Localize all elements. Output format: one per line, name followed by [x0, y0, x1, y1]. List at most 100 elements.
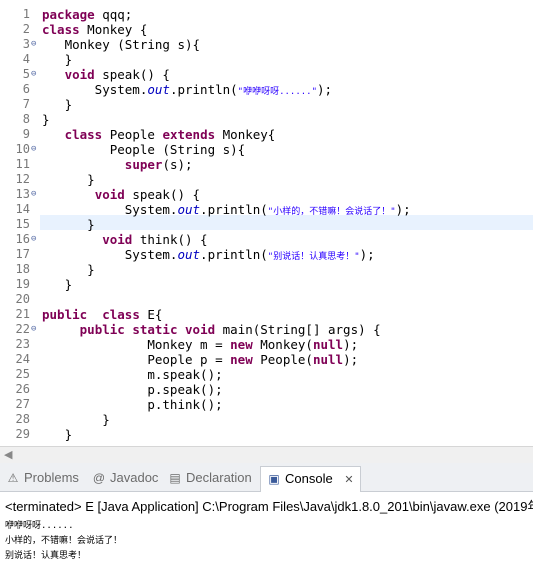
- line-number-text: 2: [22, 22, 30, 36]
- fold-toggle-icon[interactable]: ⊖: [31, 145, 39, 154]
- code-line[interactable]: }: [42, 412, 110, 427]
- tab-problems[interactable]: ⚠ Problems: [6, 467, 79, 489]
- code-line[interactable]: class Monkey {: [42, 22, 147, 37]
- line-number-text: 10: [15, 142, 30, 156]
- line-number-text: 17: [15, 247, 30, 261]
- line-number: 17: [0, 247, 40, 262]
- code-line[interactable]: People (String s){: [42, 142, 245, 157]
- line-number-text: 5: [22, 67, 30, 81]
- code-line[interactable]: void think() {: [42, 232, 207, 247]
- close-icon[interactable]: ✕: [344, 474, 353, 486]
- console-status-line: <terminated> E [Java Application] C:\Pro…: [5, 499, 533, 514]
- line-number: 14: [0, 202, 40, 217]
- line-number-text: 16: [15, 232, 30, 246]
- line-number-text: 8: [22, 112, 30, 126]
- line-number-text: 21: [15, 307, 30, 321]
- code-line[interactable]: }: [42, 217, 95, 232]
- console-output-line: 小样的，不错嘛！会说话了！: [5, 536, 123, 546]
- line-number-text: 24: [15, 352, 30, 366]
- console-icon: ▣: [268, 472, 280, 486]
- code-line[interactable]: class People extends Monkey{: [42, 127, 276, 142]
- line-number: 22 ⊖: [0, 322, 40, 337]
- code-line[interactable]: package qqq;: [42, 7, 132, 22]
- line-number: 4: [0, 52, 40, 67]
- line-number: 2: [0, 22, 40, 37]
- line-number: 29: [0, 427, 40, 442]
- line-number-text: 12: [15, 172, 30, 186]
- code-line[interactable]: p.speak();: [42, 382, 222, 397]
- line-number-text: 19: [15, 277, 30, 291]
- line-number: 8: [0, 112, 40, 127]
- line-number: 26: [0, 382, 40, 397]
- code-line[interactable]: super(s);: [42, 157, 193, 172]
- code-line[interactable]: public static void main(String[] args) {: [42, 322, 381, 337]
- code-line[interactable]: System.out.println("咿咿呀呀......");: [42, 82, 332, 97]
- code-line[interactable]: void speak() {: [42, 67, 170, 82]
- code-line[interactable]: }: [42, 112, 50, 127]
- line-number-text: 18: [15, 262, 30, 276]
- line-number: 12: [0, 172, 40, 187]
- fold-toggle-icon[interactable]: ⊖: [31, 40, 39, 49]
- code-line[interactable]: m.speak();: [42, 367, 222, 382]
- line-number-text: 9: [22, 127, 30, 141]
- fold-toggle-icon[interactable]: ⊖: [31, 325, 39, 334]
- line-number-gutter: 1 2 3 ⊖ 4 5 ⊖ 6 7 8 9 10 ⊖ 11 12 13 ⊖ 14 15 16 ⊖ 17 18 19 20 21 22…: [0, 0, 40, 446]
- line-number-text: 28: [15, 412, 30, 426]
- line-number-text: 6: [22, 82, 30, 96]
- line-number-text: 23: [15, 337, 30, 351]
- horizontal-scrollbar[interactable]: ◀: [0, 446, 533, 463]
- line-number: 27: [0, 397, 40, 412]
- line-number-text: 15: [15, 217, 30, 231]
- line-number-text: 4: [22, 52, 30, 66]
- line-number-text: 27: [15, 397, 30, 411]
- line-number-text: 3: [22, 37, 30, 51]
- fold-toggle-icon[interactable]: ⊖: [31, 190, 39, 199]
- code-editor[interactable]: 1 2 3 ⊖ 4 5 ⊖ 6 7 8 9 10 ⊖ 11 12 13 ⊖ 14 15 16 ⊖ 17 18 19 20 21 22…: [0, 0, 533, 446]
- line-number: 15: [0, 217, 40, 232]
- console-output-line: 咿咿呀呀......: [5, 521, 74, 531]
- code-line[interactable]: void speak() {: [42, 187, 200, 202]
- tab-declaration[interactable]: ▤ Declaration: [168, 467, 251, 489]
- code-line[interactable]: public class E{: [42, 307, 162, 322]
- line-number: 24: [0, 352, 40, 367]
- line-number: 16 ⊖: [0, 232, 40, 247]
- code-line[interactable]: Monkey m = new Monkey(null);: [42, 337, 358, 352]
- line-number-text: 29: [15, 427, 30, 441]
- code-line[interactable]: People p = new People(null);: [42, 352, 358, 367]
- line-number-text: 14: [15, 202, 30, 216]
- line-number: 18: [0, 262, 40, 277]
- current-line-highlight: [40, 215, 533, 230]
- tab-console[interactable]: ▣ Console ✕: [260, 466, 361, 492]
- scroll-left-icon[interactable]: ◀: [4, 448, 12, 461]
- code-line[interactable]: }: [42, 427, 73, 442]
- code-line[interactable]: }: [42, 172, 95, 187]
- line-number: 9: [0, 127, 40, 142]
- line-number: 13 ⊖: [0, 187, 40, 202]
- line-number: 28: [0, 412, 40, 427]
- line-number: 25: [0, 367, 40, 382]
- tab-problems-label: Problems: [24, 470, 79, 485]
- fold-toggle-icon[interactable]: ⊖: [31, 70, 39, 79]
- code-line[interactable]: System.out.println("小样的，不错嘛！会说话了！");: [42, 202, 411, 217]
- line-number: 7: [0, 97, 40, 112]
- line-number: 6: [0, 82, 40, 97]
- console-output-line: 别说话！认真思考！: [5, 551, 87, 561]
- line-number: 11: [0, 157, 40, 172]
- line-number-text: 13: [15, 187, 30, 201]
- code-line[interactable]: }: [42, 262, 95, 277]
- fold-toggle-icon[interactable]: ⊖: [31, 235, 39, 244]
- line-number-text: 25: [15, 367, 30, 381]
- code-line[interactable]: }: [42, 277, 73, 292]
- code-line[interactable]: p.think();: [42, 397, 222, 412]
- console-tab-bar: ⚠ Problems @ Javadoc ▤ Declaration ▣ Console…: [0, 463, 533, 492]
- code-line[interactable]: System.out.println("别说话！认真思考！");: [42, 247, 375, 262]
- line-number: 19: [0, 277, 40, 292]
- line-number-text: 26: [15, 382, 30, 396]
- declaration-icon: ▤: [169, 471, 181, 485]
- code-line[interactable]: }: [42, 52, 73, 67]
- tab-javadoc[interactable]: @ Javadoc: [92, 467, 159, 489]
- code-line[interactable]: Monkey (String s){: [42, 37, 200, 52]
- line-number: 20: [0, 292, 40, 307]
- code-line[interactable]: }: [42, 97, 73, 112]
- line-number: 3 ⊖: [0, 37, 40, 52]
